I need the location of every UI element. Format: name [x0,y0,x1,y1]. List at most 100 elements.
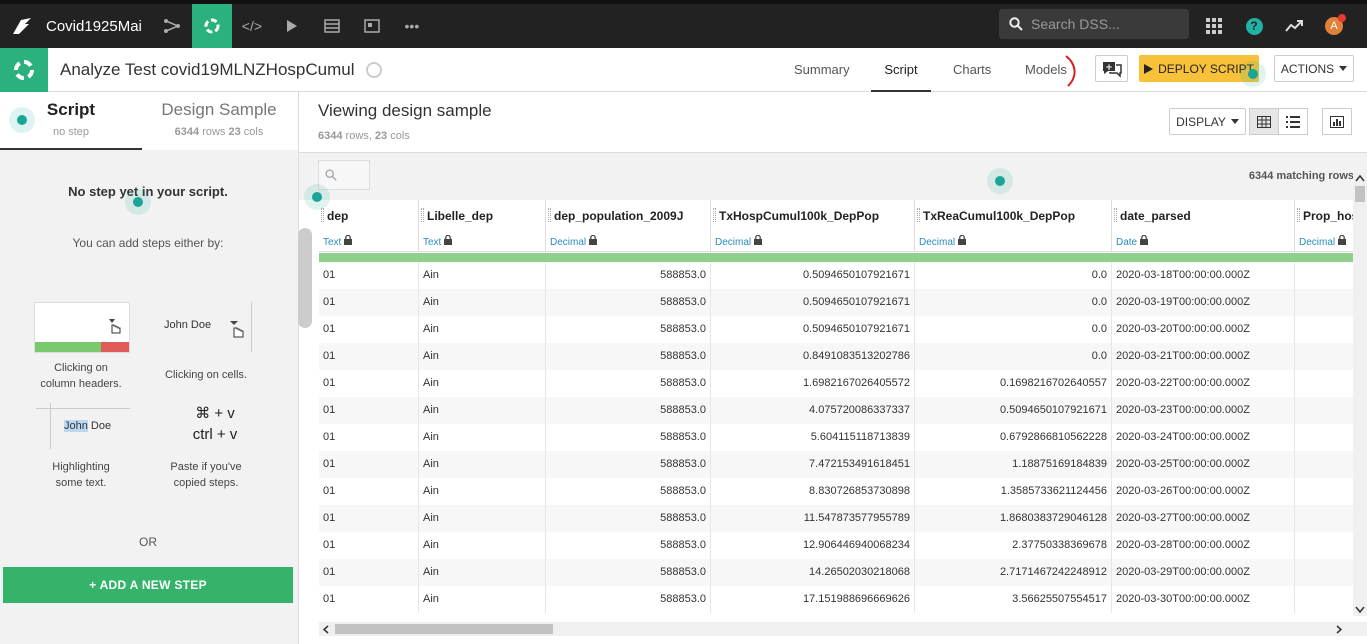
table-cell[interactable]: 2020-03-26T00:00:00.000Z [1112,478,1295,505]
tab-charts[interactable]: Charts [953,48,991,92]
search-box[interactable] [999,9,1189,39]
table-cell[interactable]: 01 [319,316,419,343]
table-cell[interactable]: 588853.0 [546,559,711,586]
table-cell[interactable]: 588853.0 [546,262,711,289]
tab-design-sample[interactable]: Design Sample 6344 rows 23 cols [142,92,296,150]
table-cell[interactable]: 588853.0 [546,397,711,424]
table-cell[interactable]: 12.906446940068234 [711,532,915,559]
table-cell[interactable]: 3.56625507554517 [915,586,1112,613]
drag-handle-icon[interactable] [917,208,920,222]
table-cell[interactable]: 0.5094650107921671 [915,397,1112,424]
table-cell[interactable]: 2020-03-18T00:00:00.000Z [1112,262,1295,289]
drag-handle-icon[interactable] [548,208,551,222]
charts-view-button[interactable] [1322,108,1352,135]
table-cell[interactable]: 0.0 [915,262,1112,289]
table-cell[interactable]: 14.26502030218068 [711,559,915,586]
table-cell[interactable]: 01 [319,478,419,505]
table-cell[interactable]: 588853.0 [546,478,711,505]
table-cell[interactable]: 0.0 [915,316,1112,343]
column-type[interactable]: Decimal [550,234,597,248]
table-cell[interactable]: 01 [319,505,419,532]
list-view-button[interactable] [1278,108,1308,135]
drag-handle-icon[interactable] [1297,208,1300,222]
table-cell[interactable]: 01 [319,586,419,613]
discussions-button[interactable]: + [1095,55,1128,82]
wiki-icon[interactable] [352,4,392,48]
help-icon[interactable]: ? [1234,4,1274,48]
vertical-scroll-thumb[interactable] [1355,186,1365,202]
scroll-down-arrow[interactable] [1355,606,1365,614]
table-cell[interactable]: 588853.0 [546,451,711,478]
table-cell[interactable]: Ain [419,316,546,343]
table-cell[interactable]: 588853.0 [546,343,711,370]
page-title[interactable]: Analyze Test covid19MLNZHospCumul [60,60,354,80]
table-cell[interactable]: Ain [419,586,546,613]
table-cell[interactable]: 588853.0 [546,586,711,613]
column-type[interactable]: Text [423,234,453,248]
table-cell[interactable]: 2020-03-25T00:00:00.000Z [1112,451,1295,478]
scroll-left-arrow[interactable] [322,625,330,634]
table-cell[interactable]: 01 [319,343,419,370]
table-cell[interactable]: 7.472153491618451 [711,451,915,478]
table-cell[interactable]: 2.7171467242248912 [915,559,1112,586]
horizontal-scrollbar[interactable] [319,622,1367,636]
table-cell[interactable]: 0.5094650107921671 [711,316,915,343]
table-cell[interactable]: 01 [319,424,419,451]
drag-handle-icon[interactable] [321,208,324,222]
table-cell[interactable]: 2020-03-24T00:00:00.000Z [1112,424,1295,451]
play-icon[interactable] [272,4,312,48]
table-cell[interactable]: 2020-03-30T00:00:00.000Z [1112,586,1295,613]
column-header[interactable]: Libelle_dep Text [419,200,546,252]
column-type[interactable]: Text [323,234,353,248]
dashboard-icon[interactable] [312,4,352,48]
tab-models[interactable]: Models [1025,48,1067,92]
horizontal-scroll-thumb[interactable] [335,624,553,634]
more-icon[interactable]: ••• [392,4,432,48]
table-cell[interactable]: 8.830726853730898 [711,478,915,505]
drag-handle-icon[interactable] [1114,208,1117,222]
table-cell[interactable]: Ain [419,478,546,505]
column-header[interactable]: dep Text [319,200,419,252]
table-cell[interactable]: 2020-03-23T00:00:00.000Z [1112,397,1295,424]
vertical-scrollbar[interactable] [1353,172,1367,616]
table-cell[interactable]: 2020-03-29T00:00:00.000Z [1112,559,1295,586]
drag-handle-icon[interactable] [421,208,424,222]
table-cell[interactable]: Ain [419,532,546,559]
add-step-button[interactable]: + ADD A NEW STEP [3,567,293,603]
table-cell[interactable]: 588853.0 [546,316,711,343]
table-cell[interactable]: 01 [319,370,419,397]
table-cell[interactable]: 0.5094650107921671 [711,262,915,289]
table-cell[interactable]: 01 [319,262,419,289]
flow-icon[interactable] [152,4,192,48]
table-cell[interactable]: 588853.0 [546,289,711,316]
column-header[interactable]: date_parsed Date [1112,200,1295,252]
table-cell[interactable]: Ain [419,370,546,397]
table-cell[interactable]: 01 [319,289,419,316]
table-cell[interactable]: 17.151988696669626 [711,586,915,613]
code-icon[interactable]: </> [232,4,272,48]
table-cell[interactable]: 1.8680383729046128 [915,505,1112,532]
table-cell[interactable]: 2020-03-19T00:00:00.000Z [1112,289,1295,316]
table-cell[interactable]: 1.6982167026405572 [711,370,915,397]
table-cell[interactable]: 2020-03-21T00:00:00.000Z [1112,343,1295,370]
table-cell[interactable]: 11.547873577955789 [711,505,915,532]
table-cell[interactable]: Ain [419,397,546,424]
table-cell[interactable]: 2.37750338369678 [915,532,1112,559]
column-header[interactable]: TxHospCumul100k_DepPop Decimal [711,200,915,252]
table-cell[interactable]: Ain [419,559,546,586]
table-cell[interactable]: Ain [419,505,546,532]
drag-handle-icon[interactable] [713,208,716,222]
column-type[interactable]: Decimal [715,234,762,248]
column-header[interactable]: TxReaCumul100k_DepPop Decimal [915,200,1112,252]
scroll-right-arrow[interactable] [1335,625,1343,634]
apps-grid-icon[interactable] [1194,4,1234,48]
activity-trend-icon[interactable] [1274,4,1314,48]
display-dropdown[interactable]: DISPLAY [1169,108,1246,135]
table-cell[interactable]: 01 [319,559,419,586]
table-cell[interactable]: 1.3585733621124456 [915,478,1112,505]
table-cell[interactable]: 1.18875169184839 [915,451,1112,478]
table-cell[interactable]: 588853.0 [546,370,711,397]
table-cell[interactable]: 01 [319,532,419,559]
dss-bird-logo[interactable] [0,4,44,48]
table-cell[interactable]: 0.1698216702640557 [915,370,1112,397]
